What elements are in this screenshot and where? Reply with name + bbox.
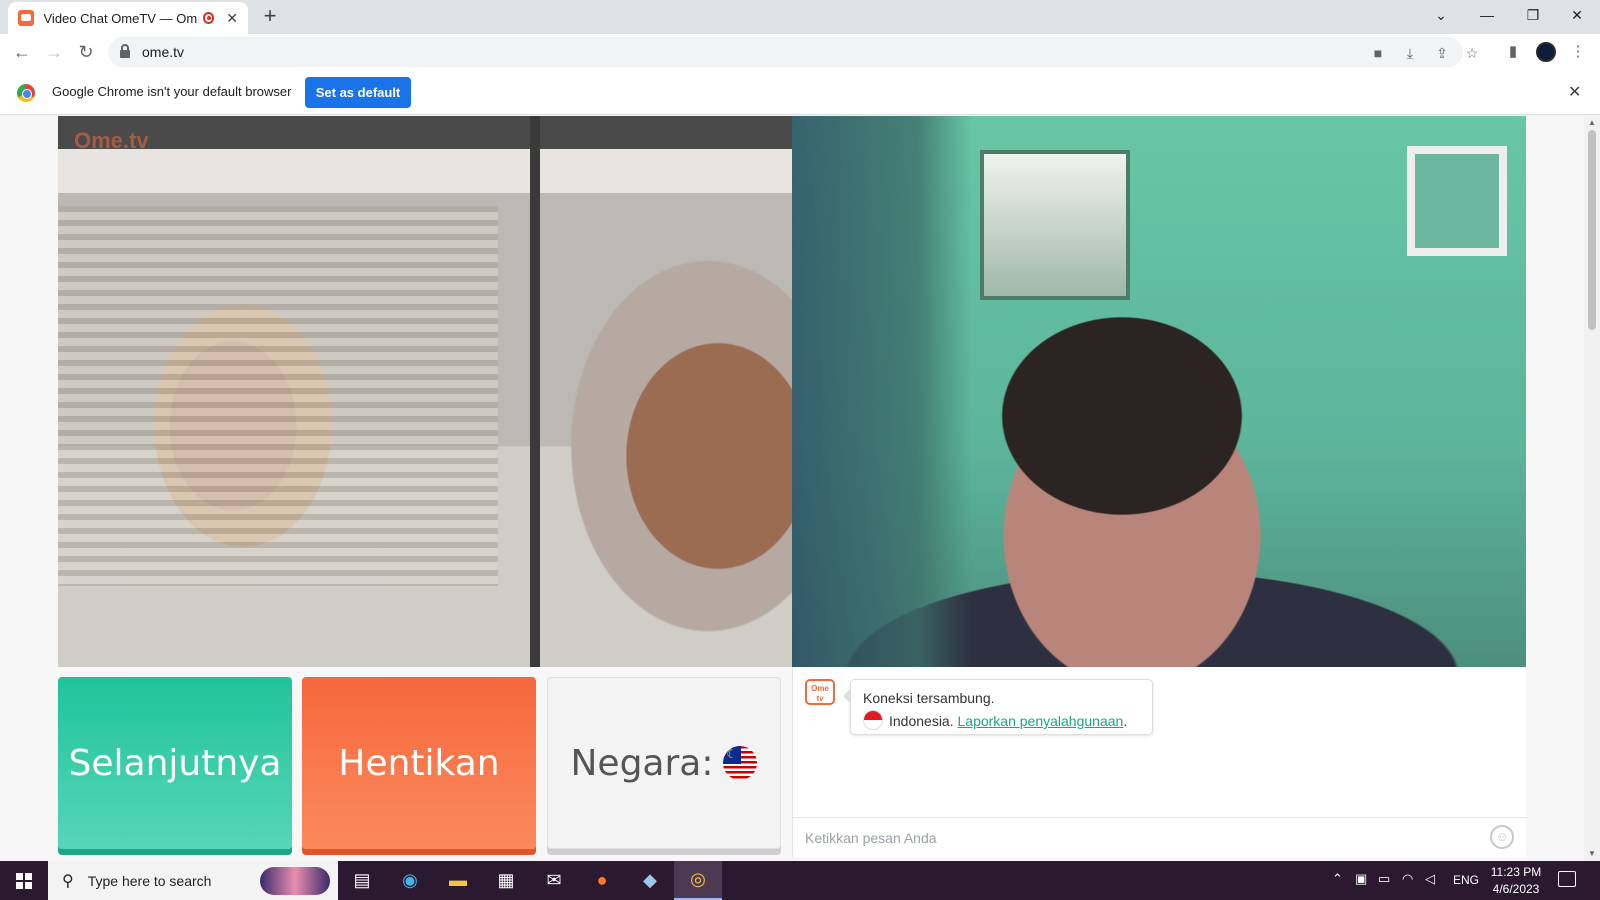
scroll-up-arrow-icon[interactable]: ▲ — [1588, 118, 1596, 127]
background-shelf — [58, 206, 498, 586]
task-view-icon[interactable]: ▤ — [338, 861, 386, 900]
restore-button[interactable]: ❐ — [1510, 0, 1556, 30]
system-message: Koneksi tersambung. Indonesia. Laporkan … — [843, 679, 1153, 735]
reload-button[interactable]: ↻ — [72, 38, 100, 66]
forward-button[interactable]: → — [40, 38, 68, 66]
side-panel-icon[interactable]: ▮ — [1503, 42, 1523, 62]
microsoft-store-icon[interactable]: ▦ — [482, 861, 530, 900]
clock-date: 4/6/2023 — [1492, 882, 1540, 896]
malaysia-flag-icon — [723, 746, 758, 780]
country-select-button[interactable]: Negara: — [547, 677, 781, 849]
next-button[interactable]: Selanjutnya — [58, 677, 292, 849]
tab-title: Video Chat OmeTV — Omegle — [43, 10, 197, 26]
window-close-button[interactable]: ✕ — [1554, 0, 1600, 30]
remote-video-feed — [792, 116, 1526, 667]
chrome-logo-icon — [17, 84, 35, 102]
minimize-button[interactable]: — — [1464, 0, 1510, 30]
windows-taskbar: ⚲ Type here to search ▤ ◉ ▬ ▦ ✉ ● ◆ ◎ ⌃ … — [0, 861, 1600, 900]
chat-input-row: ☺ — [793, 817, 1527, 857]
partner-country: Indonesia. — [889, 713, 954, 729]
tab-close-icon[interactable]: ✕ — [226, 10, 238, 27]
camera-in-use-icon[interactable]: ■ — [1370, 45, 1386, 61]
background-window — [980, 150, 1130, 300]
share-icon[interactable]: ⇪ — [1434, 45, 1450, 61]
ometv-page: Ome.tv Selanjutnya Hentikan Negara: Ome … — [0, 116, 1584, 861]
new-tab-button[interactable]: + — [258, 5, 282, 29]
firefox-icon[interactable]: ● — [578, 861, 626, 900]
wifi-icon[interactable]: ◠ — [1402, 871, 1413, 887]
volume-icon[interactable]: ◁ — [1425, 871, 1435, 887]
recording-indicator-icon — [202, 12, 215, 24]
scroll-thumb[interactable] — [1588, 130, 1596, 330]
battery-icon[interactable]: ▭ — [1378, 871, 1390, 887]
search-icon: ⚲ — [62, 872, 74, 890]
chrome-menu-icon[interactable]: ⋮ — [1568, 42, 1588, 62]
windows-logo-icon — [16, 872, 32, 889]
infobar-close-icon[interactable]: ✕ — [1568, 82, 1581, 102]
stop-button[interactable]: Hentikan — [302, 677, 536, 849]
install-app-icon[interactable]: ⤓ — [1402, 45, 1418, 61]
background-frame — [530, 116, 540, 667]
indonesia-flag-icon — [863, 710, 883, 730]
browser-toolbar: ← → ↻ ome.tv ■ ⤓ ⇪ ☆ ▮ ⋮ — [0, 34, 1600, 70]
profile-avatar[interactable] — [1536, 42, 1556, 62]
meet-now-icon[interactable]: ▣ — [1355, 871, 1367, 887]
report-abuse-link[interactable]: Laporkan penyalahgunaan — [958, 713, 1124, 729]
taskbar-search-placeholder: Type here to search — [87, 872, 212, 889]
ometv-logo-watermark: Ome.tv — [74, 128, 149, 153]
set-as-default-button[interactable]: Set as default — [305, 77, 411, 108]
scroll-down-arrow-icon[interactable]: ▼ — [1588, 849, 1596, 858]
background-clothes — [792, 116, 972, 667]
connection-status: Koneksi tersambung. — [863, 690, 995, 706]
address-bar[interactable]: ome.tv ■ ⤓ ⇪ ☆ — [108, 37, 1478, 67]
file-explorer-icon[interactable]: ▬ — [434, 861, 482, 900]
search-highlight-art — [260, 867, 330, 895]
lock-icon[interactable] — [120, 44, 130, 58]
report-link-period: . — [1123, 713, 1128, 729]
country-label: Negara: — [570, 742, 714, 784]
ometv-chat-avatar-icon: Ome tv — [805, 679, 835, 705]
input-language[interactable]: ENG — [1453, 873, 1479, 887]
edge-icon[interactable]: ◉ — [386, 861, 434, 900]
notepad-icon[interactable]: ◆ — [626, 861, 674, 900]
taskbar-search[interactable]: ⚲ Type here to search — [48, 861, 338, 900]
page-scrollbar[interactable]: ▲ ▼ — [1584, 116, 1600, 861]
chat-panel: Ome tv Koneksi tersambung. Indonesia. La… — [792, 667, 1527, 857]
partner-country-line: Indonesia. Laporkan penyalahgunaan. — [863, 710, 1140, 733]
mail-icon[interactable]: ✉ — [530, 861, 578, 900]
emoji-icon[interactable]: ☺ — [1490, 825, 1514, 849]
back-button[interactable]: ← — [8, 38, 36, 66]
bookmark-star-icon[interactable]: ☆ — [1464, 45, 1480, 61]
start-button[interactable] — [0, 861, 48, 900]
chat-message-input[interactable] — [793, 819, 1473, 856]
browser-tab-strip: Video Chat OmeTV — Omegle ✕ + ⌄ — ❐ ✕ — [0, 0, 1600, 34]
show-hidden-icons-icon[interactable]: ⌃ — [1332, 871, 1343, 887]
system-clock[interactable]: 11:23 PM 4/6/2023 — [1486, 864, 1546, 898]
browser-tab-ometv[interactable]: Video Chat OmeTV — Omegle ✕ — [8, 2, 248, 34]
ometv-favicon-icon — [18, 10, 34, 26]
tab-search-chevron-icon[interactable]: ⌄ — [1418, 0, 1464, 30]
url-text: ome.tv — [142, 44, 185, 60]
local-video-feed: Ome.tv — [58, 116, 792, 667]
background-mirror — [1407, 146, 1507, 256]
infobar-message: Google Chrome isn't your default browser — [52, 84, 292, 99]
default-browser-infobar: Google Chrome isn't your default browser… — [0, 70, 1600, 115]
clock-time: 11:23 PM — [1490, 865, 1542, 879]
chrome-taskbar-icon[interactable]: ◎ — [674, 861, 722, 900]
notification-center-icon[interactable] — [1558, 871, 1576, 887]
